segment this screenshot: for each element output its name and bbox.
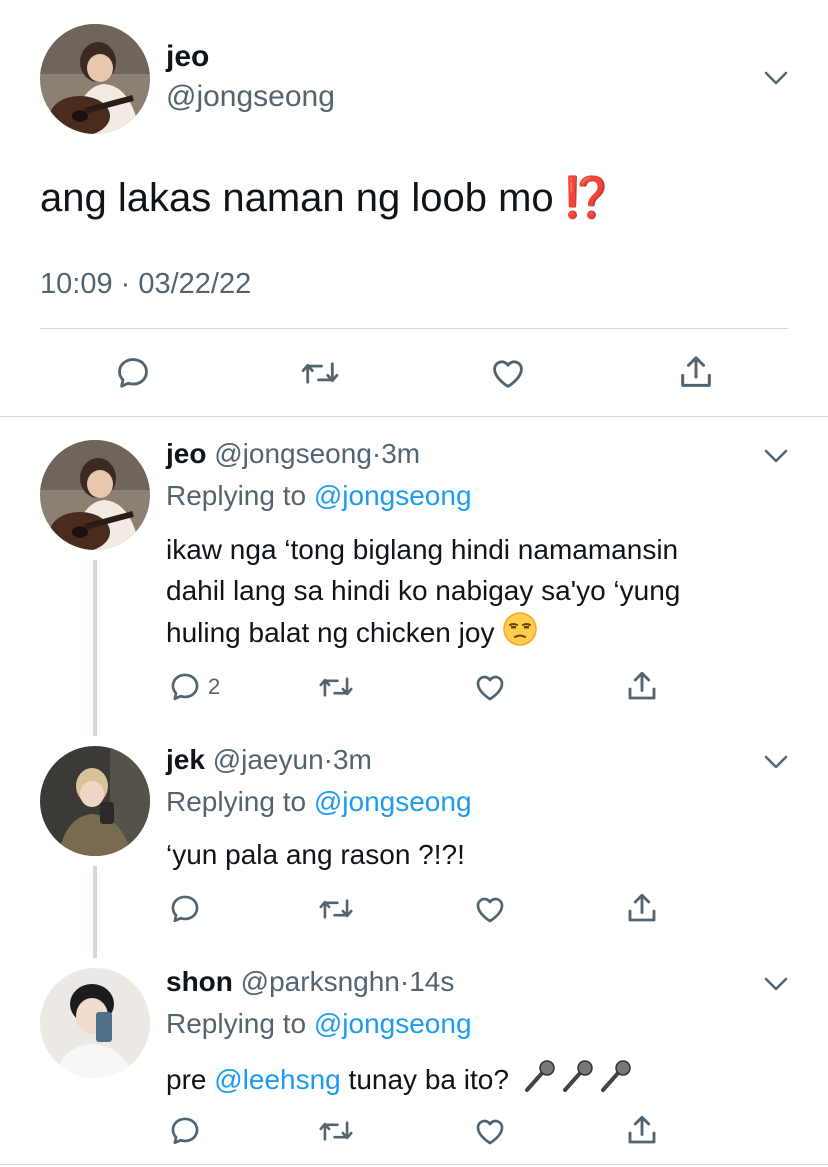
reply-text-line: huling balat ng chicken joy — [166, 611, 786, 658]
tweet-text-body: ang lakas naman ng loob mo — [40, 176, 554, 220]
like-icon — [493, 360, 523, 388]
retweet-button[interactable] — [300, 354, 340, 392]
reply-text-line-body: huling balat ng chicken joy — [166, 616, 495, 648]
section-divider — [0, 416, 828, 417]
replying-to-label: Replying to — [166, 480, 314, 511]
retweet-icon — [319, 899, 353, 919]
reply-text-line: ikaw nga ‘tong biglang hindi namamansin — [166, 534, 679, 565]
author-handle[interactable]: @jongseong — [166, 80, 335, 114]
reply-text: ‘yun pala ang rason ?!?! — [166, 834, 786, 875]
reply-author-handle[interactable]: @jaeyun — [213, 744, 324, 775]
reply-separator: · — [399, 966, 410, 997]
like-button[interactable] — [472, 892, 508, 926]
like-icon — [476, 1119, 504, 1145]
reply-count: 2 — [208, 674, 221, 699]
reply-text: pre @leehsng tunay ba ito? — [166, 1056, 786, 1107]
reply-text-before: pre — [166, 1063, 215, 1095]
reply-text: ikaw nga ‘tong biglang hindi namamansin … — [166, 529, 786, 658]
retweet-icon — [301, 362, 339, 384]
replying-to-label: Replying to — [166, 786, 314, 817]
reply-button[interactable] — [168, 1114, 202, 1148]
avatar-jeo[interactable] — [40, 24, 150, 134]
replying-to-link[interactable]: @jongseong — [314, 1008, 472, 1039]
reply-button[interactable] — [168, 892, 202, 926]
avatar-jek[interactable] — [40, 746, 150, 856]
share-button[interactable] — [624, 890, 660, 926]
share-icon — [628, 893, 656, 922]
replying-to-link[interactable]: @jongseong — [314, 480, 472, 511]
chevron-down-icon[interactable] — [762, 442, 790, 470]
like-icon — [476, 675, 504, 701]
reply-icon — [171, 1117, 199, 1145]
replying-to: Replying to @jongseong — [166, 480, 472, 512]
reply-header: jeo @jongseong·3m — [166, 438, 420, 470]
retweet-icon — [319, 1121, 353, 1141]
chevron-down-icon[interactable] — [762, 748, 790, 776]
thread-line — [93, 866, 97, 958]
thread-line — [93, 560, 97, 736]
reply-button[interactable]: 2 — [168, 670, 220, 704]
avatar-jeo[interactable] — [40, 440, 150, 550]
reply-separator: · — [371, 438, 382, 469]
mention-link[interactable]: @leehsng — [214, 1064, 341, 1095]
author-name[interactable]: jeo — [166, 40, 209, 74]
tweet-timestamp[interactable]: 10:09 · 03/22/22 — [40, 268, 251, 301]
reply-separator: · — [323, 744, 333, 775]
reply-icon — [171, 895, 199, 923]
reply-button[interactable] — [114, 354, 152, 392]
tweet-text: ang lakas naman ng loob mo ⁉️ — [40, 174, 612, 221]
reply-author-name[interactable]: jek — [166, 744, 205, 775]
reply-author-handle[interactable]: @parksnghn — [241, 966, 400, 997]
share-button[interactable] — [624, 668, 660, 704]
replying-to-label: Replying to — [166, 1008, 314, 1039]
share-icon — [628, 1115, 656, 1144]
reply-icon — [118, 358, 148, 388]
like-icon — [476, 897, 504, 923]
retweet-button[interactable] — [318, 1114, 354, 1148]
interrobang-emoji: ⁉️ — [561, 176, 612, 220]
reply-text-line: pre @leehsng tunay ba ito? — [166, 1056, 786, 1107]
share-icon — [681, 356, 711, 387]
microphone-icon — [517, 1056, 637, 1107]
reply-text-line: ‘yun pala ang rason ?!?! — [166, 839, 465, 870]
replying-to-link[interactable]: @jongseong — [314, 786, 472, 817]
reply-time[interactable]: 3m — [381, 438, 420, 469]
like-button[interactable] — [472, 1114, 508, 1148]
share-button[interactable] — [624, 1112, 660, 1148]
like-button[interactable] — [472, 670, 508, 704]
like-button[interactable] — [488, 354, 528, 392]
retweet-icon — [319, 677, 353, 697]
reply-header: shon @parksnghn·14s — [166, 966, 454, 998]
reply-header: jek @jaeyun·3m — [166, 744, 372, 776]
replying-to: Replying to @jongseong — [166, 786, 472, 818]
reply-icon — [171, 673, 199, 701]
share-icon — [628, 671, 656, 700]
replying-to: Replying to @jongseong — [166, 1008, 472, 1040]
share-button[interactable] — [676, 352, 716, 392]
divider — [40, 328, 788, 329]
reply-author-handle[interactable]: @jongseong — [214, 438, 372, 469]
reply-text-after: tunay ba ito? — [340, 1063, 509, 1095]
reply-author-name[interactable]: jeo — [166, 438, 206, 469]
chevron-down-icon[interactable] — [762, 970, 790, 998]
reply-time[interactable]: 3m — [333, 744, 372, 775]
retweet-button[interactable] — [318, 670, 354, 704]
chevron-down-icon[interactable] — [762, 64, 790, 92]
avatar-shon[interactable] — [40, 968, 150, 1078]
reply-text-line: dahil lang sa hindi ko nabigay sa'yo ‘yu… — [166, 575, 681, 606]
reply-author-name[interactable]: shon — [166, 966, 233, 997]
reply-time[interactable]: 14s — [409, 966, 454, 997]
bottom-divider — [0, 1164, 828, 1165]
unamused-face-icon — [502, 611, 538, 658]
retweet-button[interactable] — [318, 892, 354, 926]
